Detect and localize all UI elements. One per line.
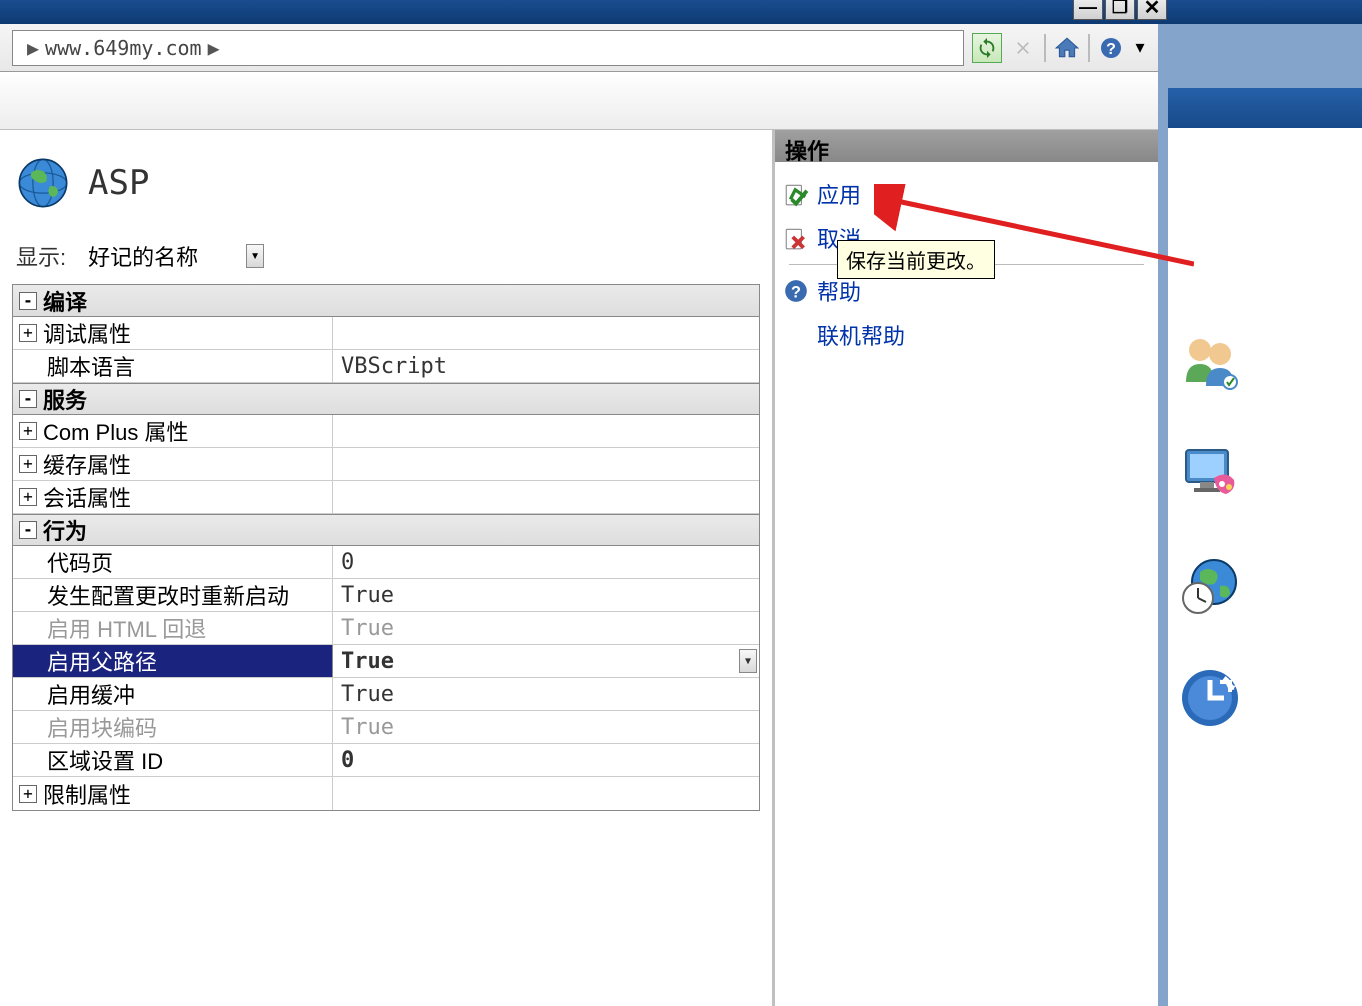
expand-icon[interactable]: + — [19, 455, 37, 473]
svg-text:?: ? — [791, 284, 801, 302]
svg-text:?: ? — [1106, 41, 1116, 58]
breadcrumb-arrow-icon: ▶ — [21, 36, 45, 60]
minimize-button[interactable]: — — [1073, 0, 1103, 20]
edge-time-region-icon[interactable] — [1174, 552, 1248, 620]
section-service[interactable]: - 服务 — [13, 383, 759, 415]
home-icon — [1054, 35, 1080, 61]
annotation-arrow — [874, 184, 1194, 274]
row-cache-props[interactable]: +缓存属性 — [13, 448, 759, 481]
actions-header: 操作 — [775, 130, 1158, 162]
action-online-help[interactable]: 联机帮助 — [779, 313, 1154, 357]
toolbar-strip — [0, 72, 1158, 130]
maximize-button[interactable]: ❐ — [1105, 0, 1135, 20]
window-controls: — ❐ ✕ — [1073, 0, 1167, 20]
row-limit-props[interactable]: +限制属性 — [13, 777, 759, 810]
collapse-icon[interactable]: - — [19, 292, 37, 310]
chevron-down-icon: ▼ — [246, 244, 264, 268]
expand-icon[interactable]: + — [19, 324, 37, 342]
edge-body — [1168, 128, 1362, 732]
page-title: ASP — [88, 163, 149, 203]
row-locale-id[interactable]: 区域设置 ID 0 — [13, 744, 759, 777]
script-language-value[interactable]: VBScript — [333, 350, 759, 382]
help-icon: ? — [783, 278, 809, 304]
title-bar: — ❐ ✕ — [0, 0, 1362, 24]
delete-button[interactable] — [1008, 33, 1038, 63]
action-online-help-label: 联机帮助 — [817, 319, 905, 351]
edge-titlebar — [1168, 88, 1362, 128]
expand-icon[interactable]: + — [19, 785, 37, 803]
enable-chunked-value: True — [333, 711, 759, 743]
section-behavior[interactable]: - 行为 — [13, 514, 759, 546]
row-debug-props[interactable]: +调试属性 — [13, 317, 759, 350]
edge-users-icon[interactable] — [1174, 328, 1248, 396]
display-dropdown[interactable]: 好记的名称 ▼ — [78, 240, 268, 272]
row-session-props[interactable]: +会话属性 — [13, 481, 759, 514]
display-label: 显示: — [16, 240, 66, 272]
action-help-label: 帮助 — [817, 275, 861, 307]
refresh-icon — [976, 37, 998, 59]
edge-ease-of-access-icon[interactable] — [1174, 664, 1248, 732]
display-row: 显示: 好记的名称 ▼ — [12, 234, 760, 284]
apply-icon — [783, 181, 809, 207]
edge-personalize-icon[interactable] — [1174, 440, 1248, 508]
row-enable-html-fallback[interactable]: 启用 HTML 回退 True — [13, 612, 759, 645]
row-code-page[interactable]: 代码页 0 — [13, 546, 759, 579]
globe-icon — [16, 156, 70, 210]
row-enable-chunked[interactable]: 启用块编码 True — [13, 711, 759, 744]
address-bar: ▶ www.649my.com ▶ ? ▾ — [0, 24, 1158, 72]
main-pane: ASP 显示: 好记的名称 ▼ - 编译 +调试属性 脚本语言 VBScript — [0, 130, 775, 1006]
help-dropdown-button[interactable]: ▾ — [1132, 33, 1148, 63]
locale-id-value[interactable]: 0 — [333, 744, 759, 776]
enable-buffering-value[interactable]: True — [333, 678, 759, 710]
code-page-value[interactable]: 0 — [333, 546, 759, 578]
chevron-down-icon[interactable]: ▼ — [739, 649, 757, 673]
enable-html-fallback-value: True — [333, 612, 759, 644]
enable-parent-paths-value[interactable]: True▼ — [333, 645, 759, 677]
delete-icon — [1013, 38, 1033, 58]
breadcrumb-url: www.649my.com — [45, 36, 202, 60]
close-button[interactable]: ✕ — [1137, 0, 1167, 20]
row-script-language[interactable]: 脚本语言 VBScript — [13, 350, 759, 383]
row-enable-parent-paths[interactable]: 启用父路径 True▼ — [13, 645, 759, 678]
help-button[interactable]: ? — [1096, 33, 1126, 63]
breadcrumb[interactable]: ▶ www.649my.com ▶ — [12, 30, 964, 66]
row-restart-on-config[interactable]: 发生配置更改时重新启动 True — [13, 579, 759, 612]
home-button[interactable] — [1052, 33, 1082, 63]
breadcrumb-arrow-icon: ▶ — [202, 36, 226, 60]
cancel-icon — [783, 225, 809, 251]
section-compile[interactable]: - 编译 — [13, 285, 759, 317]
right-edge-panel — [1166, 88, 1362, 1006]
refresh-button[interactable] — [972, 33, 1002, 63]
restart-on-config-value[interactable]: True — [333, 579, 759, 611]
expand-icon[interactable]: + — [19, 488, 37, 506]
collapse-icon[interactable]: - — [19, 521, 37, 539]
page-header: ASP — [12, 142, 760, 234]
property-grid: - 编译 +调试属性 脚本语言 VBScript - 服务 +Com Plus … — [12, 284, 760, 811]
display-value: 好记的名称 — [88, 240, 198, 272]
help-icon: ? — [1099, 36, 1123, 60]
expand-icon[interactable]: + — [19, 422, 37, 440]
toolbar-buttons: ? ▾ — [972, 33, 1148, 63]
collapse-icon[interactable]: - — [19, 390, 37, 408]
row-enable-buffering[interactable]: 启用缓冲 True — [13, 678, 759, 711]
toolbar-separator — [1088, 34, 1090, 62]
row-complus-props[interactable]: +Com Plus 属性 — [13, 415, 759, 448]
toolbar-separator — [1044, 34, 1046, 62]
action-apply-label: 应用 — [817, 178, 861, 210]
